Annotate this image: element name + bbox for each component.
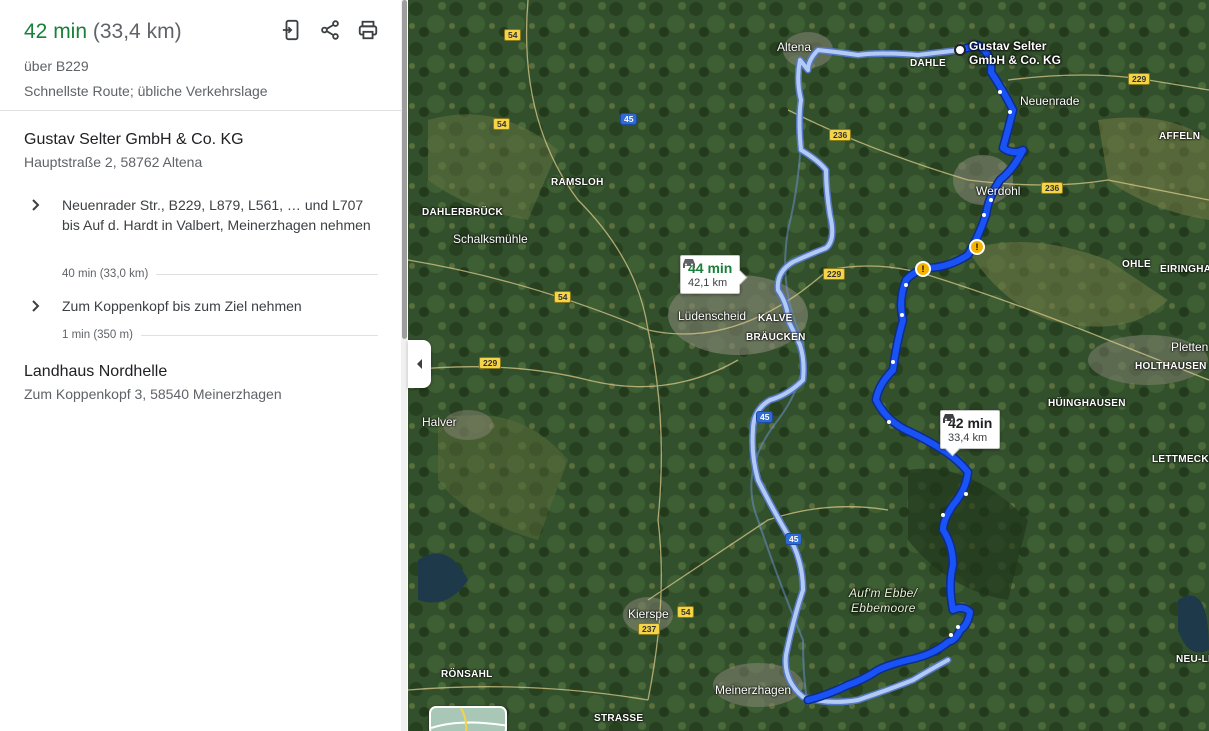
route-note: Schnellste Route; übliche Verkehrslage — [24, 83, 268, 99]
place-label: BRÄUCKEN — [746, 332, 806, 343]
route-via: über B229 — [24, 58, 89, 74]
step-divider — [140, 334, 378, 336]
road-shield: 45 — [620, 113, 638, 125]
road-shield: 236 — [829, 129, 852, 141]
map-layer-thumbnail — [431, 708, 505, 731]
place-label: AFFELN — [1159, 131, 1201, 142]
summary-divider — [0, 110, 403, 111]
road-shield: 236 — [1041, 182, 1064, 194]
send-to-phone-button[interactable] — [280, 18, 304, 42]
road-shield: 45 — [785, 533, 803, 545]
map-canvas[interactable]: Altena DAHLE Neuenrade AFFELN Werdohl RA… — [408, 0, 1209, 731]
place-label: STRASSE — [594, 713, 644, 724]
place-label: Lüdenscheid — [678, 309, 747, 323]
print-icon — [358, 20, 378, 40]
place-label: Pletten — [1171, 340, 1209, 354]
panel-scrollbar[interactable] — [401, 0, 407, 731]
road-shield: 229 — [823, 268, 846, 280]
route-duration: 42 min — [24, 20, 88, 43]
road-shield: 45 — [756, 411, 774, 423]
origin-name: Gustav Selter GmbH & Co. KG — [24, 131, 244, 148]
place-label: EIRINGHA — [1160, 264, 1209, 275]
place-label: Ebbemoore — [851, 601, 916, 615]
route-step-distance: 1 min (350 m) — [62, 329, 133, 341]
map-origin-label-line2: GmbH & Co. KG — [969, 53, 1061, 67]
place-label: Neuenrade — [1020, 94, 1080, 108]
step-divider — [156, 273, 378, 275]
place-label: Schalksmühle — [453, 232, 528, 246]
road-shield: 54 — [677, 606, 695, 618]
road-shield: 54 — [493, 118, 511, 130]
collapse-panel-button[interactable] — [408, 340, 431, 388]
traffic-warning-icon[interactable]: ! — [969, 239, 985, 255]
place-label: LETTMECKE — [1152, 454, 1209, 465]
place-label: DAHLE — [910, 58, 946, 69]
route-step-text: Neuenrader Str., B229, L879, L561, … und… — [62, 197, 371, 233]
route-toolbar — [280, 18, 380, 42]
destination-place[interactable]: Landhaus Nordhelle Zum Koppenkopf 3, 585… — [24, 363, 384, 402]
chevron-right-icon — [32, 199, 40, 211]
chevron-right-icon — [32, 300, 40, 312]
road-shield: 237 — [638, 623, 661, 635]
place-label: RÖNSAHL — [441, 669, 493, 680]
place-label: RAMSLOH — [551, 177, 604, 188]
place-label: KALVE — [758, 313, 793, 324]
route-step-1-meta: 40 min (33,0 km) — [62, 268, 378, 280]
map-origin-label[interactable]: Gustav Selter GmbH & Co. KG — [969, 39, 1061, 67]
destination-name: Landhaus Nordhelle — [24, 363, 168, 380]
place-label: DAHLERBRÜCK — [422, 207, 504, 218]
road-shield: 54 — [504, 29, 522, 41]
place-label: Altena — [777, 40, 812, 54]
origin-address: Hauptstraße 2, 58762 Altena — [24, 154, 203, 170]
send-to-phone-icon — [282, 19, 299, 41]
satellite-map — [408, 0, 1209, 731]
origin-place[interactable]: Gustav Selter GmbH & Co. KG Hauptstraße … — [24, 131, 384, 170]
place-label: HÜINGHAUSEN — [1048, 398, 1126, 409]
route-step-text: Zum Koppenkopf bis zum Ziel nehmen — [62, 298, 302, 314]
place-label: Kierspe — [628, 607, 669, 621]
road-shield: 229 — [479, 357, 502, 369]
place-label: Auf'm Ebbe/ — [849, 586, 918, 600]
car-icon — [683, 259, 695, 268]
main-route-callout[interactable]: 42 min 33,4 km — [940, 410, 1001, 449]
place-label: HOLTHAUSEN — [1135, 361, 1207, 372]
chevron-left-icon — [416, 359, 422, 369]
place-label: Halver — [422, 415, 457, 429]
main-route-distance: 33,4 km — [948, 432, 988, 444]
origin-marker[interactable] — [954, 44, 966, 56]
place-label: NEU-LI — [1176, 654, 1209, 665]
map-origin-label-line1: Gustav Selter — [969, 39, 1047, 53]
place-label: Meinerzhagen — [715, 683, 792, 697]
map-layer-toggle[interactable] — [429, 706, 507, 731]
place-label: Werdohl — [976, 184, 1021, 198]
road-shield: 229 — [1128, 73, 1151, 85]
directions-panel: 42 min (33,4 km) über B229 Schnellste Ro… — [0, 0, 403, 731]
share-button[interactable] — [318, 18, 342, 42]
scrollbar-thumb[interactable] — [402, 0, 407, 339]
traffic-warning-icon[interactable]: ! — [915, 261, 931, 277]
route-step-distance: 40 min (33,0 km) — [62, 268, 149, 280]
route-step-2[interactable]: Zum Koppenkopf bis zum Ziel nehmen — [24, 296, 378, 316]
print-button[interactable] — [356, 18, 380, 42]
destination-address: Zum Koppenkopf 3, 58540 Meinerzhagen — [24, 386, 282, 402]
road-shield: 54 — [554, 291, 572, 303]
car-icon — [943, 414, 955, 423]
route-step-1[interactable]: Neuenrader Str., B229, L879, L561, … und… — [24, 195, 378, 235]
share-icon — [321, 20, 339, 40]
route-distance: (33,4 km) — [92, 20, 182, 43]
place-label: OHLE — [1122, 259, 1151, 270]
route-step-2-meta: 1 min (350 m) — [62, 329, 378, 341]
alt-route-distance: 42,1 km — [688, 277, 728, 289]
alt-route-callout[interactable]: 44 min 42,1 km — [680, 255, 741, 294]
